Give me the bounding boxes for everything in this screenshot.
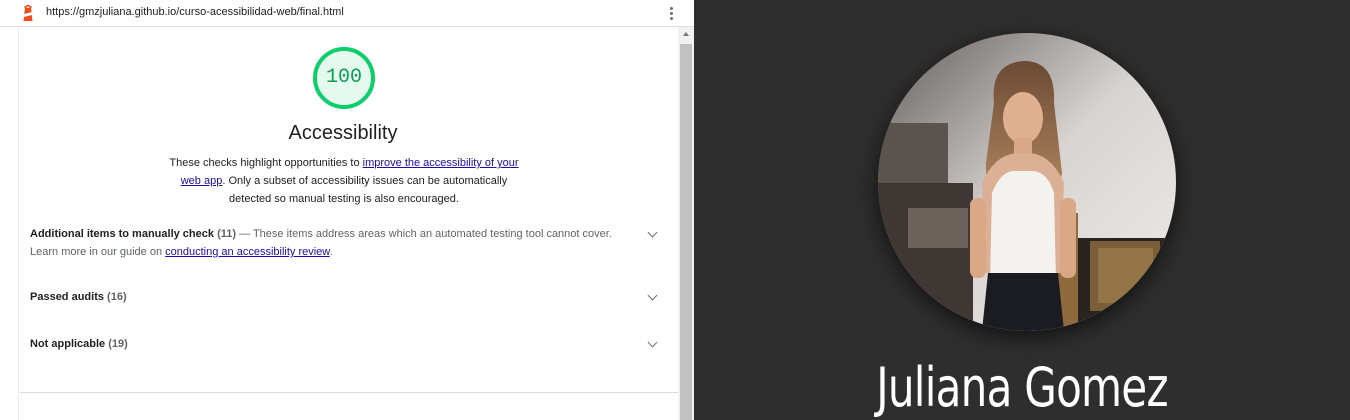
kebab-menu-icon[interactable] bbox=[664, 5, 678, 23]
audit-group-manual-checks[interactable]: Additional items to manually check (11) … bbox=[30, 225, 660, 261]
left-gutter bbox=[0, 27, 19, 420]
lighthouse-icon bbox=[23, 4, 33, 21]
profile-photo-illustration bbox=[878, 33, 1176, 331]
audit-group-title: Additional items to manually check bbox=[30, 228, 214, 240]
profile-photo bbox=[878, 33, 1176, 331]
category-description: These checks highlight opportunities to … bbox=[162, 154, 526, 208]
audit-group-count: (16) bbox=[107, 291, 127, 303]
section-divider bbox=[20, 392, 678, 393]
profile-name-heading: Juliana Gomez bbox=[876, 356, 1168, 419]
url-text: https://gmzjuliana.github.io/curso-acess… bbox=[46, 6, 344, 18]
description-text-end: . Only a subset of accessibility issues … bbox=[222, 175, 508, 205]
accessibility-review-link[interactable]: conducting an accessibility review bbox=[165, 246, 329, 258]
lighthouse-report-panel: https://gmzjuliana.github.io/curso-acess… bbox=[0, 0, 694, 420]
chevron-down-icon[interactable] bbox=[647, 227, 658, 238]
category-title: Accessibility bbox=[288, 122, 398, 144]
audit-group-count: (11) bbox=[217, 228, 237, 240]
scroll-up-arrow-icon[interactable] bbox=[683, 32, 689, 36]
profile-page: Juliana Gomez bbox=[694, 0, 1350, 420]
score-value: 100 bbox=[325, 66, 362, 89]
audit-group-title: Passed audits bbox=[30, 291, 104, 303]
audit-group-description-end: . bbox=[329, 246, 333, 258]
chevron-down-icon[interactable] bbox=[647, 290, 658, 301]
chevron-down-icon[interactable] bbox=[647, 337, 658, 348]
audit-group-count: (19) bbox=[108, 338, 128, 350]
audit-group-not-applicable[interactable]: Not applicable (19) bbox=[30, 337, 660, 351]
audit-group-passed[interactable]: Passed audits (16) bbox=[30, 290, 660, 304]
vertical-scrollbar[interactable] bbox=[678, 27, 694, 420]
audit-group-title: Not applicable bbox=[30, 338, 106, 350]
description-text-start: These checks highlight opportunities to bbox=[169, 157, 363, 169]
audit-group-manual-text: Additional items to manually check (11) … bbox=[30, 225, 640, 261]
url-bar: https://gmzjuliana.github.io/curso-acess… bbox=[0, 0, 694, 27]
scrollbar-thumb[interactable] bbox=[680, 44, 692, 420]
